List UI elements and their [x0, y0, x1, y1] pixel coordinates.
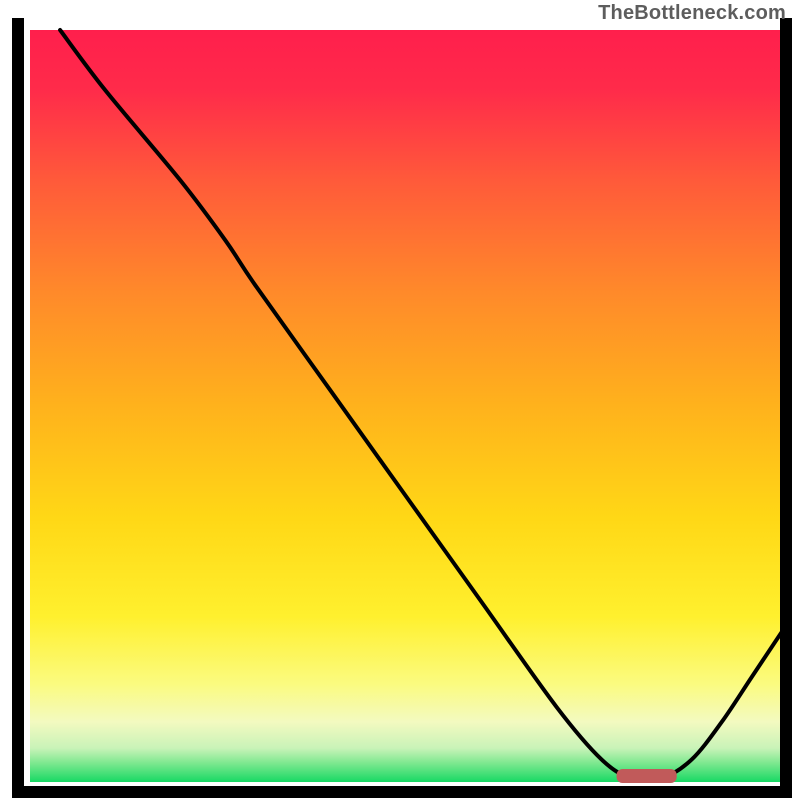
optimal-marker — [617, 769, 677, 783]
plot-background — [30, 30, 782, 782]
bottleneck-chart — [0, 0, 800, 800]
attribution-text: TheBottleneck.com — [598, 2, 786, 25]
